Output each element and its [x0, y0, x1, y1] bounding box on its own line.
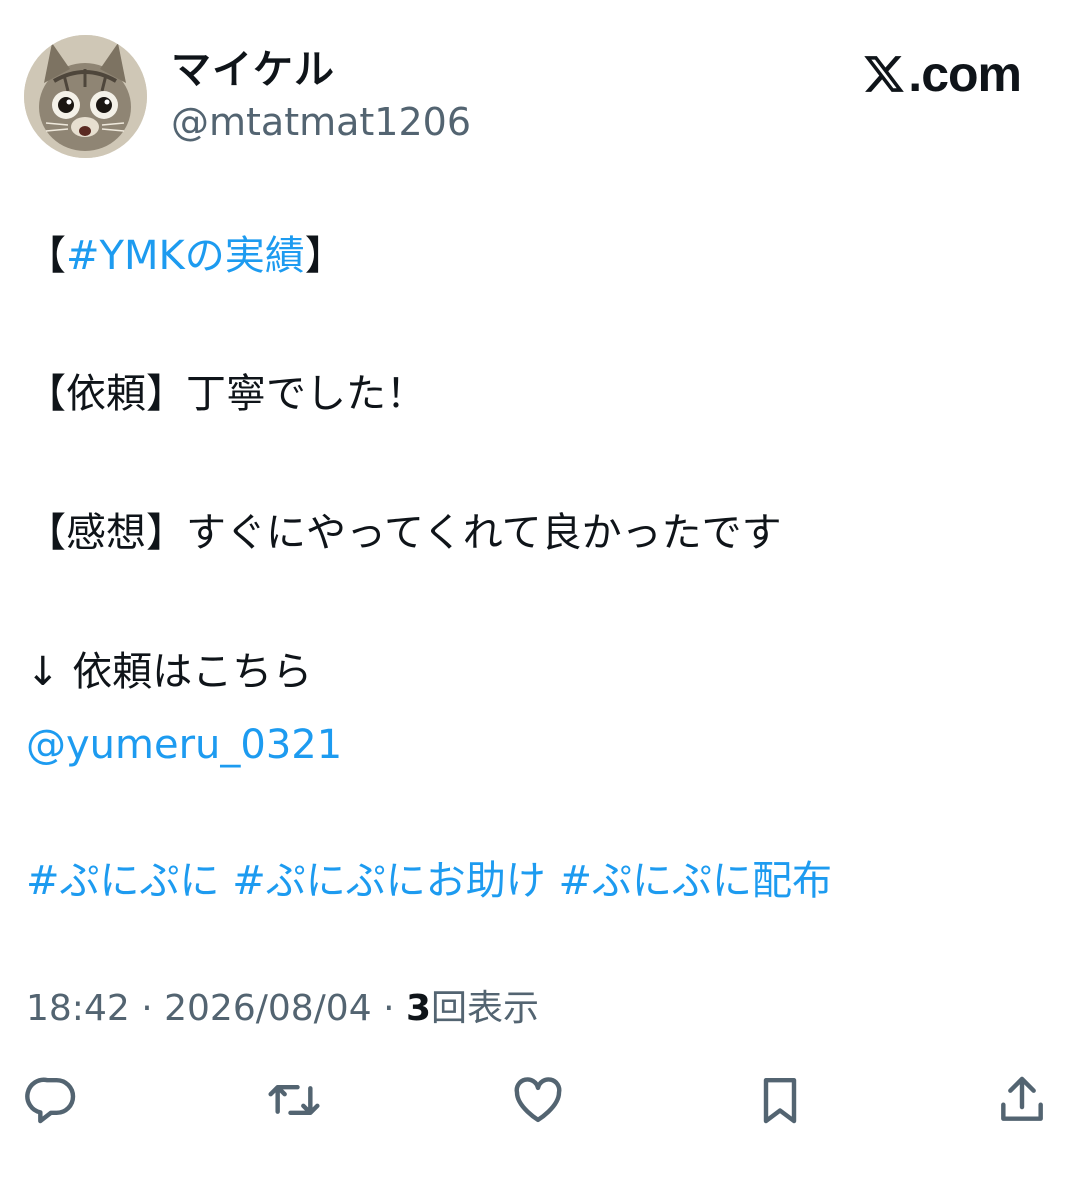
tweet-time[interactable]: 18:42	[26, 988, 130, 1029]
cat-avatar-image	[24, 35, 147, 158]
heart-icon	[514, 1077, 562, 1123]
action-bar	[0, 1072, 1083, 1132]
hashtags-line: #ぷにぷに #ぷにぷにお助け #ぷにぷに配布	[26, 853, 832, 909]
meta-separator: ·	[141, 988, 153, 1029]
tweet-line-1: 【#YMKの実績】	[26, 228, 345, 284]
bookmark-icon	[763, 1077, 797, 1124]
retweet-button[interactable]	[266, 1072, 322, 1132]
hashtag-link[interactable]: #ぷにぷにお助け	[232, 858, 546, 904]
avatar[interactable]	[24, 35, 147, 158]
like-button[interactable]	[510, 1072, 566, 1132]
mention-link[interactable]: @yumeru_0321	[26, 722, 342, 768]
bracket-open: 【	[26, 233, 66, 279]
share-icon	[1001, 1076, 1043, 1121]
reply-icon	[25, 1077, 76, 1124]
tweet-line-2: 【依頼】丁寧でした！	[26, 371, 426, 417]
display-name[interactable]: マイケル	[171, 46, 335, 94]
tweet-date[interactable]: 2026/08/04	[164, 988, 372, 1029]
share-button[interactable]	[994, 1072, 1050, 1132]
hashtag-link[interactable]: #YMKの実績	[66, 233, 305, 279]
tweet-meta: 18:42 · 2026/08/04 · 3回表示	[26, 984, 539, 1034]
user-handle[interactable]: @mtatmat1206	[171, 99, 471, 145]
tweet-line-4: ↓ 依頼はこちら	[26, 649, 313, 695]
bookmark-button[interactable]	[752, 1072, 808, 1132]
retweet-icon	[268, 1084, 320, 1116]
reply-button[interactable]	[24, 1072, 80, 1132]
x-logo-icon	[864, 56, 905, 92]
brand-text: .com	[908, 46, 1022, 102]
hashtag-link[interactable]: #ぷにぷに配布	[558, 858, 832, 904]
x-com-brand: .com	[862, 44, 1022, 104]
bracket-close: 】	[304, 233, 345, 279]
tweet-line-3: 【感想】すぐにやってくれて良かったです	[26, 510, 782, 556]
hashtag-link[interactable]: #ぷにぷに	[26, 858, 220, 904]
mention-line: @yumeru_0321	[26, 717, 342, 773]
view-count: 3	[405, 988, 432, 1029]
view-label: 回表示	[431, 988, 540, 1029]
meta-separator: ·	[383, 988, 395, 1029]
